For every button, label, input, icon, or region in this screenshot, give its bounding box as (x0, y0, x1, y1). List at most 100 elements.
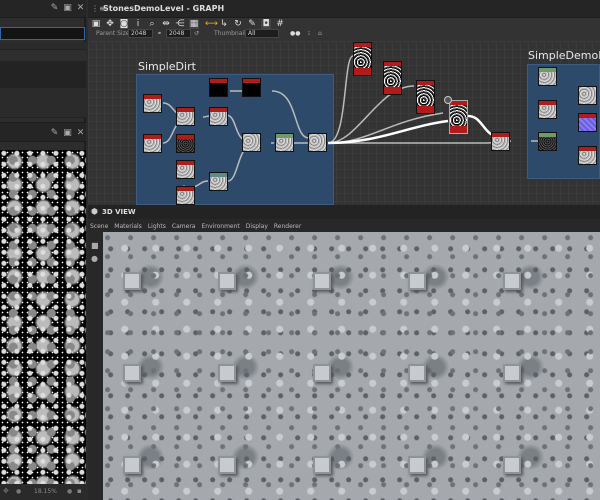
3d-view-menubar: Scene Materials Lights Camera Environment Dis… (90, 221, 307, 231)
graph-node[interactable] (578, 146, 597, 165)
search-input[interactable] (0, 27, 85, 40)
frame-all-icon[interactable]: ▣ (91, 19, 101, 29)
menu-renderer[interactable]: Renderer (274, 223, 301, 230)
layout-icon[interactable]: ⋲ (175, 19, 185, 29)
graph-node[interactable] (578, 86, 597, 105)
zoom-in-icon[interactable]: ● (67, 488, 72, 495)
stone (123, 456, 141, 474)
3d-view-titlebar: ⬢ 3D VIEW (88, 205, 600, 219)
graph-node[interactable] (578, 113, 597, 132)
graph-node[interactable] (538, 132, 557, 151)
dots-icon[interactable]: ●● (290, 30, 300, 37)
menu-environment[interactable]: Environment (201, 223, 239, 230)
menu-camera[interactable]: Camera (172, 223, 196, 230)
graph-node[interactable] (143, 134, 162, 153)
link (327, 55, 354, 144)
cube-icon: ⬢ (91, 207, 98, 216)
graph-node[interactable] (176, 134, 195, 153)
3d-view-panel: ⬢ 3D VIEW Scene Materials Lights Camera Envi… (88, 205, 600, 500)
menu-scene[interactable]: Scene (90, 223, 108, 230)
graph-node[interactable] (209, 172, 228, 191)
list-item[interactable] (0, 50, 86, 62)
graph-node[interactable] (353, 42, 372, 76)
graph-node[interactable] (176, 186, 195, 205)
float-icon[interactable]: ▣ (63, 129, 72, 138)
list-item[interactable] (0, 62, 86, 88)
parent-size-width-select[interactable]: 2048 (128, 29, 153, 38)
graph-titlebar: ⋮≡ StonesDemoLevel - GRAPH (88, 0, 600, 18)
pin-icon[interactable]: ✎ (50, 4, 59, 13)
lock-icon[interactable]: ▪ (77, 487, 82, 495)
graph-node[interactable] (209, 78, 228, 97)
parent-size-height-select[interactable]: 2048 (166, 29, 191, 38)
stone (503, 364, 521, 382)
close-icon[interactable]: ✕ (76, 129, 85, 138)
tools-icon[interactable]: ✎ (247, 19, 257, 29)
graph-node[interactable] (242, 78, 261, 97)
graph-node[interactable] (416, 80, 435, 114)
thumbnails-select[interactable]: All (245, 29, 279, 38)
list-item[interactable] (0, 42, 86, 50)
stone (123, 272, 141, 290)
stack-icon[interactable]: ⁝ (308, 30, 310, 37)
info-icon[interactable]: i (133, 19, 143, 29)
graph-canvas[interactable]: SimpleDirt SimpleDemoMa (88, 41, 600, 205)
align-icon[interactable]: ⇹ (161, 19, 171, 29)
stone (503, 456, 521, 474)
center-icon[interactable]: ✥ (105, 19, 115, 29)
stone (123, 364, 141, 382)
link-angled-icon[interactable]: ↳ (219, 19, 229, 29)
preview-icon[interactable]: ◘ (261, 19, 271, 29)
move-icon[interactable]: ✥ (3, 487, 9, 495)
3d-viewport[interactable] (103, 232, 600, 500)
graph-node[interactable] (242, 133, 261, 152)
graph-node[interactable] (176, 107, 195, 126)
snap-icon[interactable]: ▦ (189, 19, 199, 29)
menu-materials[interactable]: Materials (114, 223, 142, 230)
stone (218, 364, 236, 382)
stone (408, 272, 426, 290)
graph-node[interactable] (491, 132, 510, 151)
graph-node[interactable] (143, 94, 162, 113)
2d-view-texture[interactable] (0, 150, 86, 484)
reset-icon[interactable]: ↺ (194, 30, 199, 37)
graph-node[interactable] (538, 67, 557, 86)
node-comment-icon[interactable] (444, 96, 452, 104)
link-icon[interactable]: ⚭ (157, 30, 162, 37)
graph-title: StonesDemoLevel - GRAPH (103, 4, 225, 13)
grid-icon[interactable]: # (275, 19, 285, 29)
zoom-out-icon[interactable]: ● (16, 488, 21, 495)
graph-panel: ⋮≡ StonesDemoLevel - GRAPH ▣ ✥ ◙ i ⌕ ⇹ ⋲… (88, 0, 600, 205)
2d-view-statusbar: ✥ ● 18.15% ● ▪ (0, 484, 86, 500)
camera-icon[interactable]: ■ (91, 241, 99, 250)
graph-node[interactable] (538, 100, 557, 119)
zoom-level: 18.15% (34, 488, 57, 495)
graph-node[interactable] (383, 61, 402, 95)
stone (408, 456, 426, 474)
left-panel: ✎ ▣ ✕ ✎ ▣ ✕ ✥ ● 18.15% ● ▪ (0, 0, 86, 500)
graph-node[interactable] (209, 107, 228, 126)
float-icon[interactable]: ▣ (63, 4, 72, 13)
camera-icon[interactable]: ◙ (119, 19, 129, 29)
close-icon[interactable]: ✕ (76, 4, 85, 13)
graph-node[interactable] (176, 160, 195, 179)
graph-node[interactable] (308, 133, 327, 152)
stone (218, 456, 236, 474)
graph-node[interactable] (275, 133, 294, 152)
list-item[interactable] (0, 88, 86, 118)
search-icon[interactable]: ⌕ (147, 19, 157, 29)
link-straight-icon[interactable]: ⟷ (205, 19, 218, 29)
light-icon[interactable]: ● (91, 254, 98, 263)
menu-lights[interactable]: Lights (148, 223, 166, 230)
refresh-icon[interactable]: ↻ (233, 19, 243, 29)
graph-node[interactable] (449, 100, 468, 134)
stone (408, 364, 426, 382)
stone (503, 272, 521, 290)
stone (313, 364, 331, 382)
parent-size-label: Parent Size: (96, 30, 132, 37)
stone (218, 272, 236, 290)
pin-icon[interactable]: ⌂ (318, 30, 322, 37)
stone (313, 456, 331, 474)
pin-icon[interactable]: ✎ (50, 129, 59, 138)
menu-display[interactable]: Display (246, 223, 268, 230)
